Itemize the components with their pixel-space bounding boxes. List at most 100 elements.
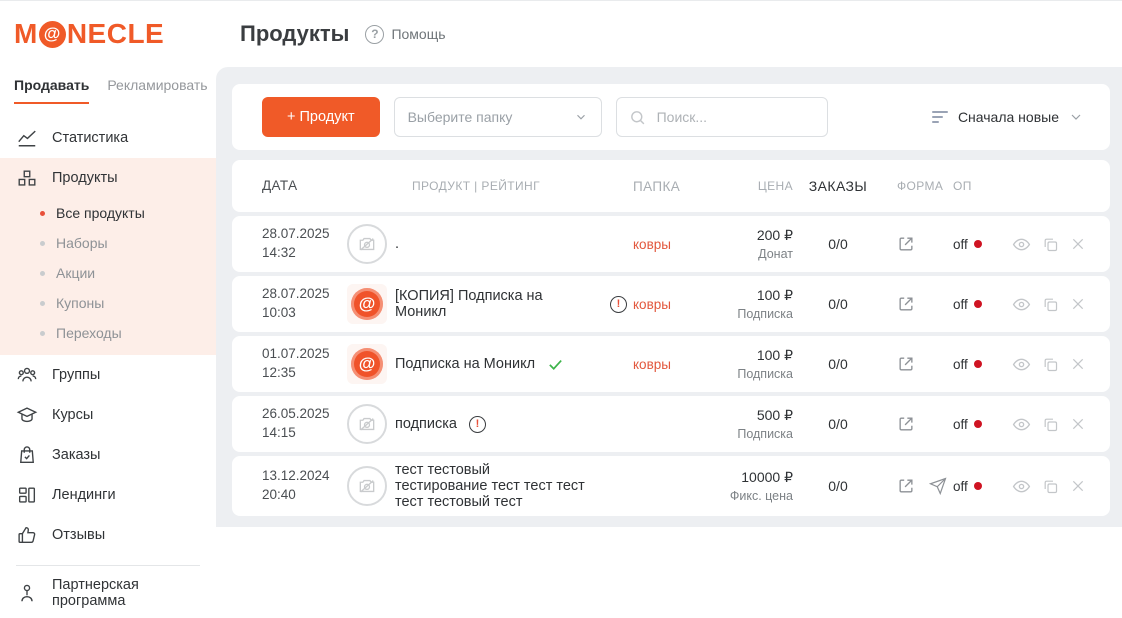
graduation-cap-icon (16, 404, 38, 426)
view-icon[interactable] (1012, 235, 1031, 254)
sidebar-item-landings[interactable]: Лендинги (0, 475, 216, 515)
view-icon[interactable] (1012, 477, 1031, 496)
product-table-body: 28.07.2025 14:32 . ковры 200 ₽ Донат 0/0… (232, 216, 1110, 516)
sidebar-item-statistics[interactable]: Статистика (0, 118, 216, 158)
column-header-folder: ПАПКА (633, 179, 708, 194)
warning-icon: ! (469, 416, 486, 433)
row-date: 28.07.2025 (262, 225, 347, 244)
delete-icon[interactable] (1070, 478, 1086, 494)
bullet-icon (40, 241, 45, 246)
view-icon[interactable] (1012, 355, 1031, 374)
chart-line-icon (16, 127, 38, 149)
form-link-icon[interactable] (897, 415, 915, 433)
row-date: 26.05.2025 (262, 405, 347, 424)
sidebar-subitem-label: Наборы (56, 235, 108, 251)
table-row[interactable]: 01.07.2025 12:35 @ Подписка на Моникл ко… (232, 336, 1110, 392)
topbar: M@NECLE Продукты ? Помощь (0, 1, 1122, 67)
delete-icon[interactable] (1070, 296, 1086, 312)
folder-select[interactable]: Выберите папку (394, 97, 602, 137)
warning-icon: ! (610, 296, 627, 313)
add-product-button[interactable]: + Продукт (262, 97, 380, 137)
op-status: off (953, 237, 968, 252)
sidebar-subitem-sets[interactable]: Наборы (0, 228, 216, 258)
form-link-icon[interactable] (897, 355, 915, 373)
price-type: Фикс. цена (708, 489, 793, 503)
form-link-icon[interactable] (897, 477, 915, 495)
copy-icon[interactable] (1042, 478, 1059, 495)
product-name[interactable]: подписка (395, 416, 457, 432)
sidebar-subitem-all-products[interactable]: Все продукты (0, 198, 216, 228)
tab-sell[interactable]: Продавать (14, 77, 89, 104)
sort-dropdown[interactable]: Сначала новые (932, 109, 1084, 125)
sidebar-item-label: Заказы (52, 447, 100, 463)
table-row[interactable]: 26.05.2025 14:15 подписка ! 500 ₽ Подпис… (232, 396, 1110, 452)
sidebar-subitem-transitions[interactable]: Переходы (0, 318, 216, 348)
sidebar-item-products[interactable]: Продукты (0, 158, 216, 198)
sidebar-item-reviews[interactable]: Отзывы (0, 515, 216, 555)
op-indicator-dot (974, 360, 982, 368)
bullet-icon (40, 331, 45, 336)
price-type: Донат (708, 247, 793, 261)
product-logo-thumbnail[interactable]: @ (347, 284, 387, 324)
chevron-down-icon (574, 110, 588, 124)
folder-link[interactable]: ковры (633, 297, 671, 312)
price-value: 10000 ₽ (708, 469, 793, 486)
product-name[interactable]: тест тестовый тестирование тест тест тес… (395, 462, 585, 510)
table-row[interactable]: 13.12.2024 20:40 тест тестовый тестирова… (232, 456, 1110, 516)
toolbar: + Продукт Выберите папку Сначала новые (232, 84, 1110, 150)
sidebar-item-partner-program[interactable]: Партнерская программа (0, 568, 216, 618)
send-icon[interactable] (929, 477, 947, 495)
page-title: Продукты (240, 21, 349, 47)
table-row[interactable]: 28.07.2025 10:03 @ [КОПИЯ] Подписка на М… (232, 276, 1110, 332)
no-photo-icon[interactable] (347, 404, 387, 444)
price-value: 200 ₽ (708, 227, 793, 244)
table-row[interactable]: 28.07.2025 14:32 . ковры 200 ₽ Донат 0/0… (232, 216, 1110, 272)
copy-icon[interactable] (1042, 356, 1059, 373)
sidebar-subitem-coupons[interactable]: Купоны (0, 288, 216, 318)
copy-icon[interactable] (1042, 236, 1059, 253)
orders-count: 0/0 (793, 356, 883, 372)
view-icon[interactable] (1012, 295, 1031, 314)
orders-count: 0/0 (793, 478, 883, 494)
shopping-bag-icon (16, 444, 38, 466)
bullet-icon (40, 271, 45, 276)
delete-icon[interactable] (1070, 356, 1086, 372)
copy-icon[interactable] (1042, 296, 1059, 313)
layout-icon (16, 484, 38, 506)
no-photo-icon[interactable] (347, 466, 387, 506)
search-input[interactable] (655, 108, 805, 126)
form-link-icon[interactable] (897, 235, 915, 253)
no-photo-icon[interactable] (347, 224, 387, 264)
thumbs-up-icon (16, 524, 38, 546)
view-icon[interactable] (1012, 415, 1031, 434)
sidebar-item-courses[interactable]: Курсы (0, 395, 216, 435)
price-value: 100 ₽ (708, 287, 793, 304)
orders-count: 0/0 (793, 416, 883, 432)
product-logo-thumbnail[interactable]: @ (347, 344, 387, 384)
form-link-icon[interactable] (897, 295, 915, 313)
delete-icon[interactable] (1070, 416, 1086, 432)
sidebar-item-orders[interactable]: Заказы (0, 435, 216, 475)
folder-link[interactable]: ковры (633, 237, 671, 252)
tab-advertise[interactable]: Рекламировать (107, 77, 207, 104)
sidebar-subitem-label: Купоны (56, 295, 104, 311)
chevron-down-icon (1068, 109, 1084, 125)
delete-icon[interactable] (1070, 236, 1086, 252)
sidebar-subitem-promos[interactable]: Акции (0, 258, 216, 288)
product-name[interactable]: [КОПИЯ] Подписка на Моникл (395, 288, 598, 320)
sidebar-subitem-label: Все продукты (56, 205, 145, 221)
copy-icon[interactable] (1042, 416, 1059, 433)
sidebar-item-label: Группы (52, 367, 100, 383)
op-indicator-dot (974, 300, 982, 308)
product-name[interactable]: Подписка на Моникл (395, 356, 535, 372)
op-indicator-dot (974, 482, 982, 490)
monecle-logo[interactable]: M@NECLE (0, 18, 216, 50)
folder-select-placeholder: Выберите папку (408, 109, 513, 125)
sidebar-item-groups[interactable]: Группы (0, 355, 216, 395)
folder-link[interactable]: ковры (633, 357, 671, 372)
search-icon (629, 109, 646, 126)
row-time: 14:32 (262, 244, 347, 263)
product-name[interactable]: . (395, 236, 399, 252)
help-link[interactable]: ? Помощь (365, 25, 445, 44)
row-time: 20:40 (262, 486, 347, 505)
